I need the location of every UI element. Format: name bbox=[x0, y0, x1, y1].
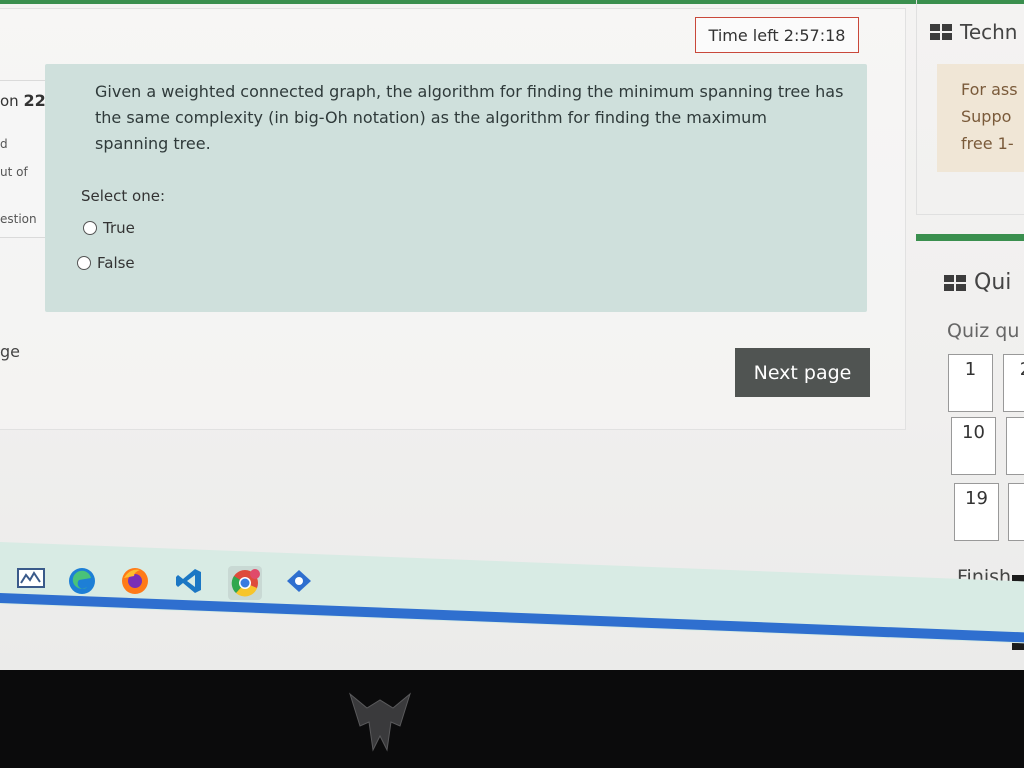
quiz-nav-accent-bar bbox=[916, 234, 1024, 241]
question-status: d bbox=[0, 137, 8, 151]
question-content: Given a weighted connected graph, the al… bbox=[45, 64, 867, 312]
monitor-app-icon[interactable] bbox=[16, 564, 46, 594]
quiz-nav-button-1[interactable]: 1 bbox=[948, 354, 993, 412]
radio-true[interactable] bbox=[83, 221, 97, 235]
block-grid-icon bbox=[944, 274, 966, 291]
quiz-nav-button-2[interactable]: 2 bbox=[1003, 354, 1024, 412]
select-one-label: Select one: bbox=[81, 187, 166, 205]
question-text: Given a weighted connected graph, the al… bbox=[95, 82, 844, 153]
previous-page-button-partial[interactable]: ge bbox=[0, 342, 20, 361]
quiz-nav-button-11[interactable]: 1 bbox=[1006, 417, 1024, 475]
radio-false[interactable] bbox=[77, 256, 91, 270]
vscode-icon[interactable] bbox=[174, 566, 204, 596]
question-marks: ut of bbox=[0, 165, 28, 179]
quiz-nav-button-10[interactable]: 10 bbox=[951, 417, 996, 475]
quiz-nav-button-19[interactable]: 19 bbox=[954, 483, 999, 541]
edge-icon[interactable] bbox=[67, 566, 97, 596]
question-number: on 22 bbox=[0, 91, 46, 110]
laptop-bezel-logo-icon bbox=[349, 692, 411, 752]
quiz-nav-header: Qui bbox=[944, 270, 1011, 295]
quiz-nav-button-20[interactable] bbox=[1008, 483, 1024, 541]
quiz-nav-subtitle: Quiz qu bbox=[947, 320, 1020, 342]
flag-question-link[interactable]: estion bbox=[0, 212, 37, 226]
next-page-button[interactable]: Next page bbox=[735, 348, 870, 397]
chrome-icon[interactable] bbox=[228, 566, 262, 600]
time-left-indicator: Time left 2:57:18 bbox=[695, 17, 859, 53]
top-accent-line bbox=[0, 0, 1024, 4]
tech-block-header: Techn bbox=[930, 20, 1017, 44]
block-grid-icon bbox=[930, 24, 952, 40]
option-false[interactable]: False bbox=[77, 254, 135, 272]
firefox-icon[interactable] bbox=[120, 566, 150, 596]
app-diamond-icon[interactable] bbox=[284, 566, 314, 596]
option-true[interactable]: True bbox=[83, 219, 135, 237]
support-notice: For ass Suppo free 1- bbox=[937, 64, 1024, 172]
screen: on 22 d ut of estion Time left 2:57:18 G… bbox=[0, 0, 1024, 670]
